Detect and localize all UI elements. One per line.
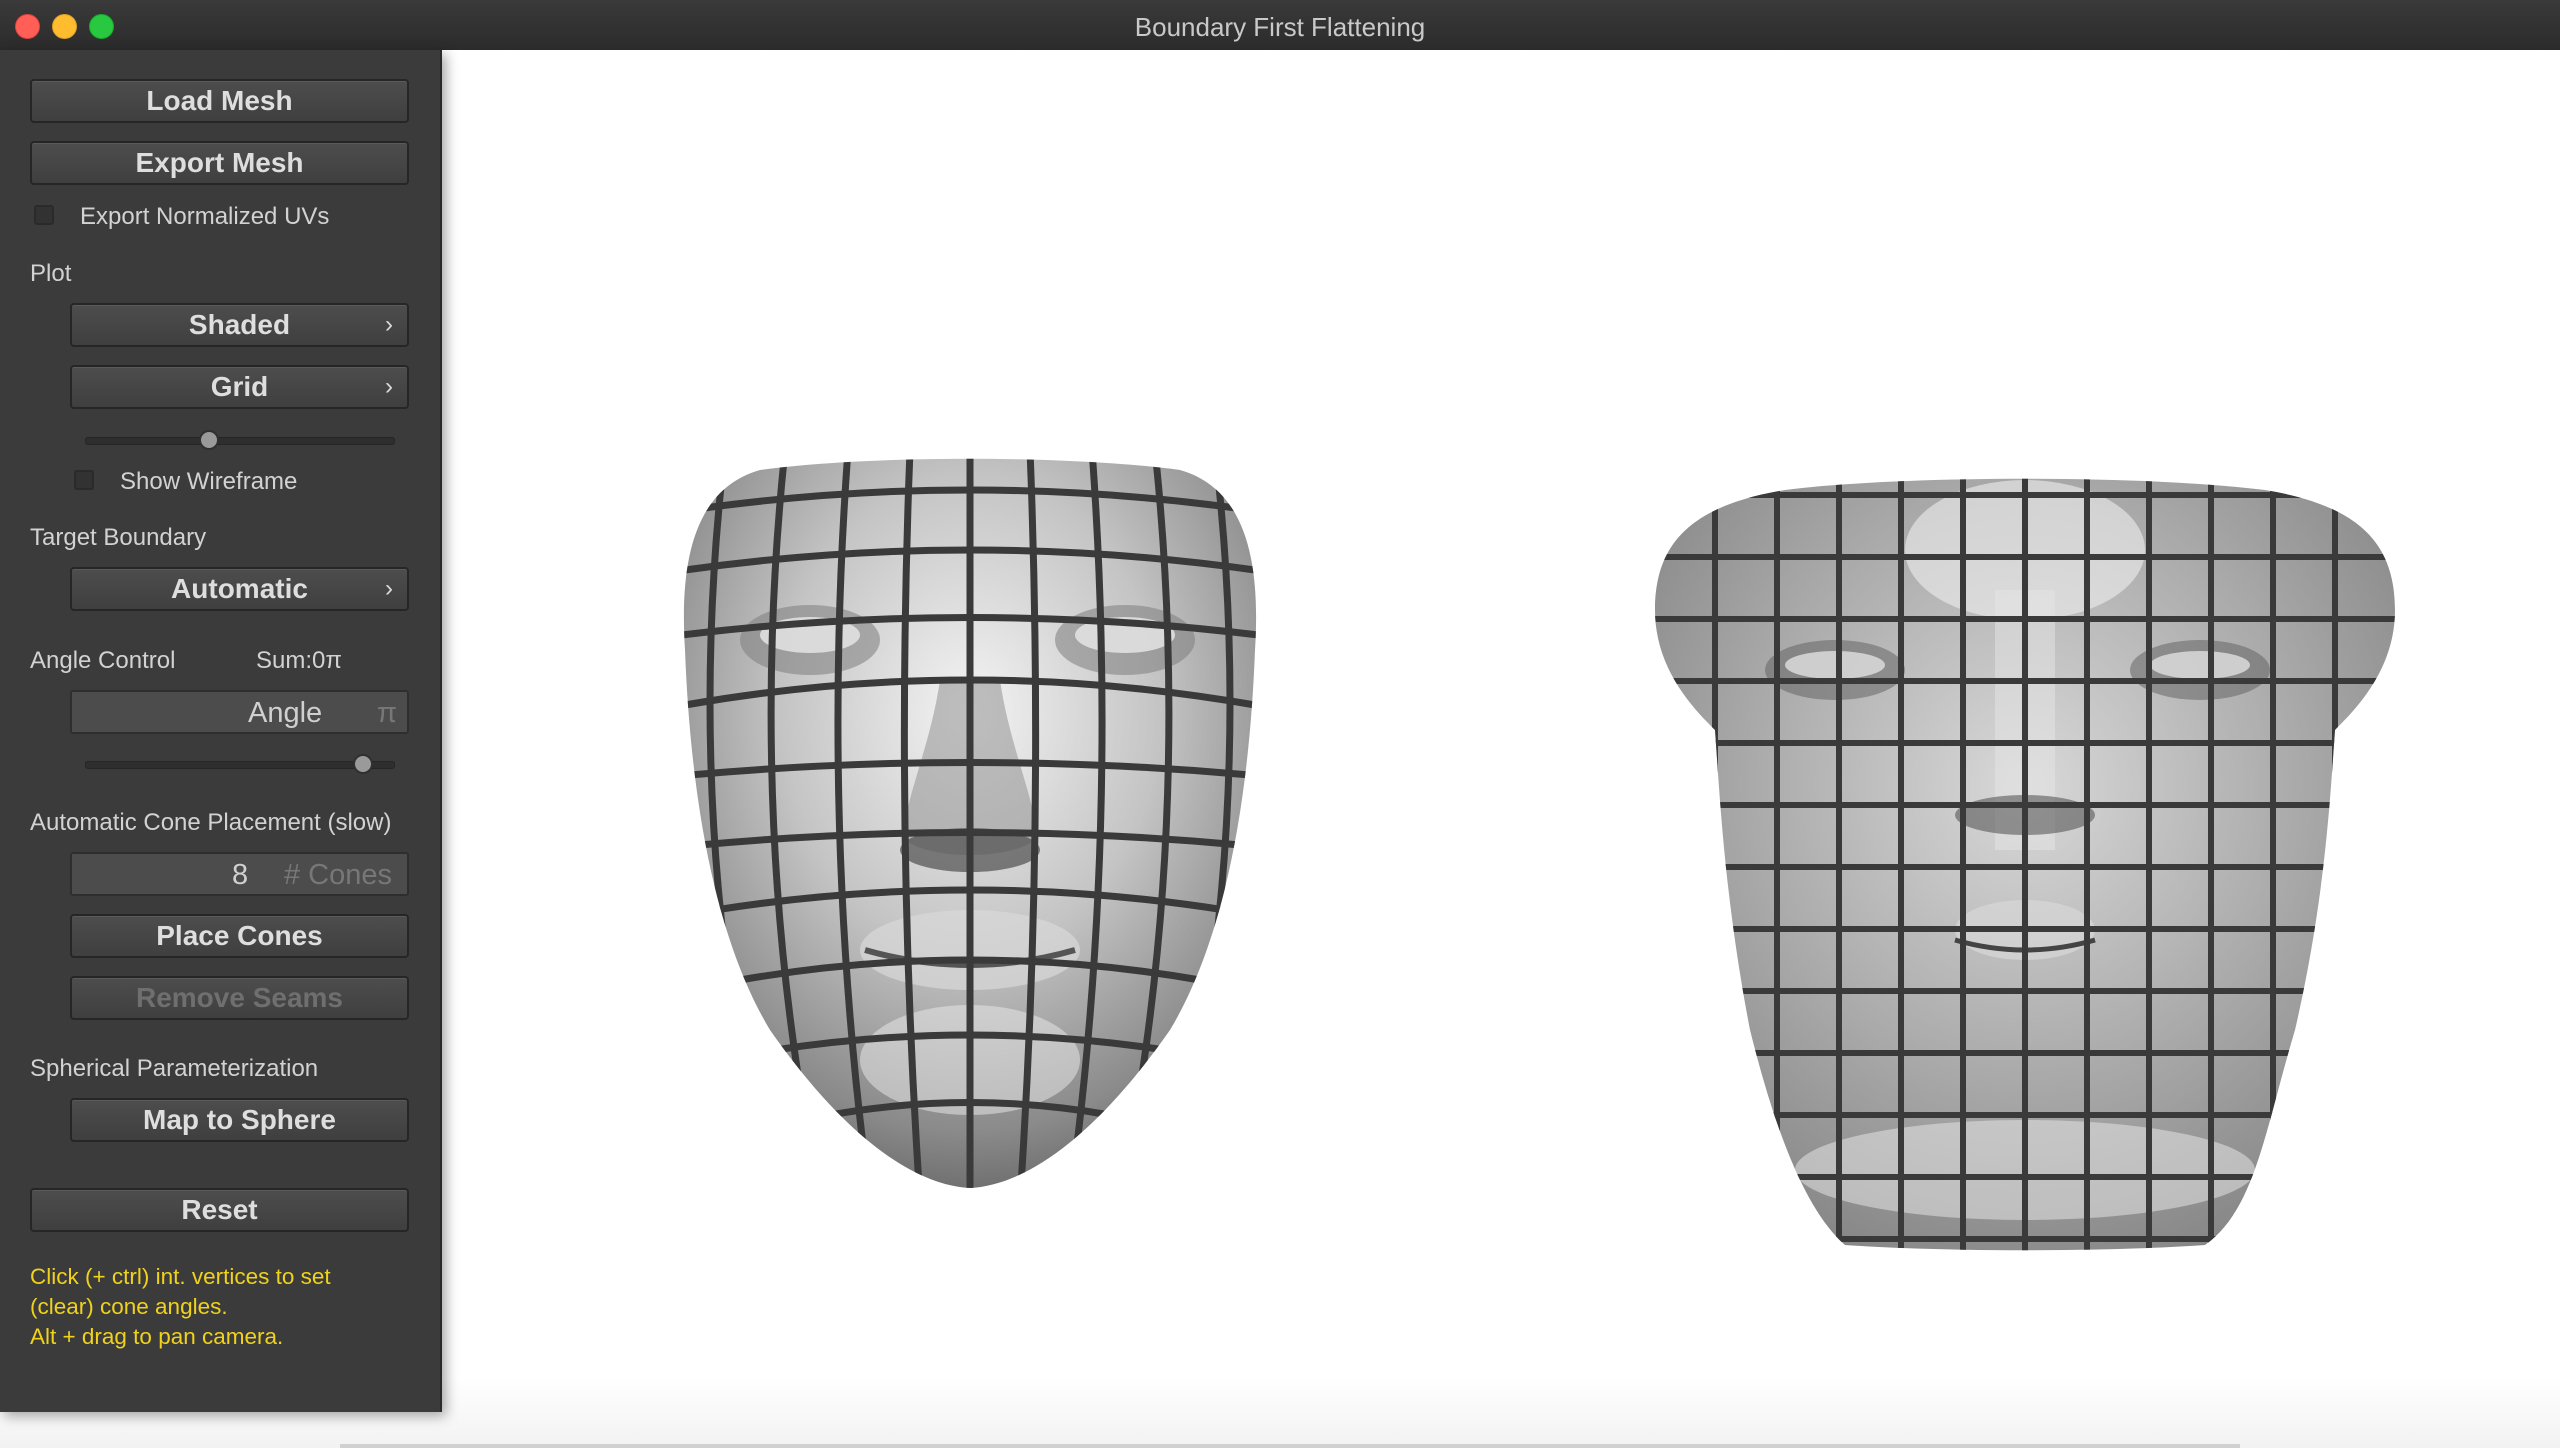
map-to-sphere-label: Map to Sphere [143, 1104, 336, 1135]
show-wireframe-checkbox[interactable] [74, 470, 94, 490]
plot-pattern-dropdown[interactable]: Grid › [70, 365, 409, 409]
load-mesh-button[interactable]: Load Mesh [30, 79, 409, 123]
viewport-bottom-edge [340, 1444, 2240, 1448]
place-cones-button[interactable]: Place Cones [70, 914, 409, 958]
angle-slider-handle[interactable] [353, 754, 374, 774]
control-panel: Load Mesh Export Mesh Export Normalized … [0, 50, 442, 1412]
cone-placement-label: Automatic Cone Placement (slow) [30, 809, 392, 836]
cones-count-value: 8 [232, 859, 249, 891]
reset-button[interactable]: Reset [30, 1188, 409, 1232]
export-normalized-uvs-label: Export Normalized UVs [80, 203, 330, 230]
export-mesh-button[interactable]: Export Mesh [30, 141, 409, 185]
chevron-right-icon: › [385, 373, 393, 400]
remove-seams-button[interactable]: Remove Seams [70, 976, 409, 1020]
place-cones-label: Place Cones [156, 920, 323, 951]
pattern-scale-slider-handle[interactable] [199, 430, 220, 450]
cones-count-input[interactable]: 8 # Cones [70, 852, 409, 896]
map-to-sphere-button[interactable]: Map to Sphere [70, 1098, 409, 1142]
load-mesh-label: Load Mesh [146, 85, 293, 116]
angle-sum-readout: Sum:0π [256, 647, 342, 674]
spherical-parameterization-label: Spherical Parameterization [30, 1055, 319, 1082]
help-text: Click (+ ctrl) int. vertices to set (cle… [30, 1262, 331, 1352]
help-line: (clear) cone angles. [30, 1294, 228, 1319]
plot-section-label: Plot [30, 260, 72, 287]
angle-slider[interactable] [85, 754, 395, 774]
plot-shading-dropdown[interactable]: Shaded › [70, 303, 409, 347]
pattern-scale-slider[interactable] [85, 430, 395, 450]
cones-count-unit: # Cones [284, 859, 393, 891]
angle-control-label: Angle Control [30, 647, 176, 674]
target-boundary-dropdown[interactable]: Automatic › [70, 567, 409, 611]
export-normalized-uvs-checkbox[interactable] [34, 205, 54, 225]
target-boundary-label: Target Boundary [30, 524, 207, 551]
flattened-uv-mesh[interactable] [1655, 470, 2395, 1260]
help-line: Click (+ ctrl) int. vertices to set [30, 1264, 331, 1289]
plot-pattern-value: Grid [210, 371, 269, 402]
chevron-right-icon: › [385, 311, 393, 338]
angle-unit: π [377, 697, 398, 729]
angle-input[interactable]: Angle π [70, 690, 409, 734]
chevron-right-icon: › [385, 575, 393, 602]
plot-shading-value: Shaded [188, 309, 291, 340]
face-mesh-3d[interactable] [670, 450, 1270, 1200]
show-wireframe-label: Show Wireframe [120, 468, 298, 495]
help-line: Alt + drag to pan camera. [30, 1324, 284, 1349]
export-mesh-label: Export Mesh [135, 147, 304, 178]
reset-label: Reset [181, 1194, 258, 1225]
target-boundary-value: Automatic [171, 573, 308, 604]
title-bar: Boundary First Flattening [0, 0, 2560, 51]
angle-input-placeholder: Angle [248, 697, 323, 729]
remove-seams-label: Remove Seams [135, 982, 343, 1013]
window-title: Boundary First Flattening [1134, 12, 1426, 42]
